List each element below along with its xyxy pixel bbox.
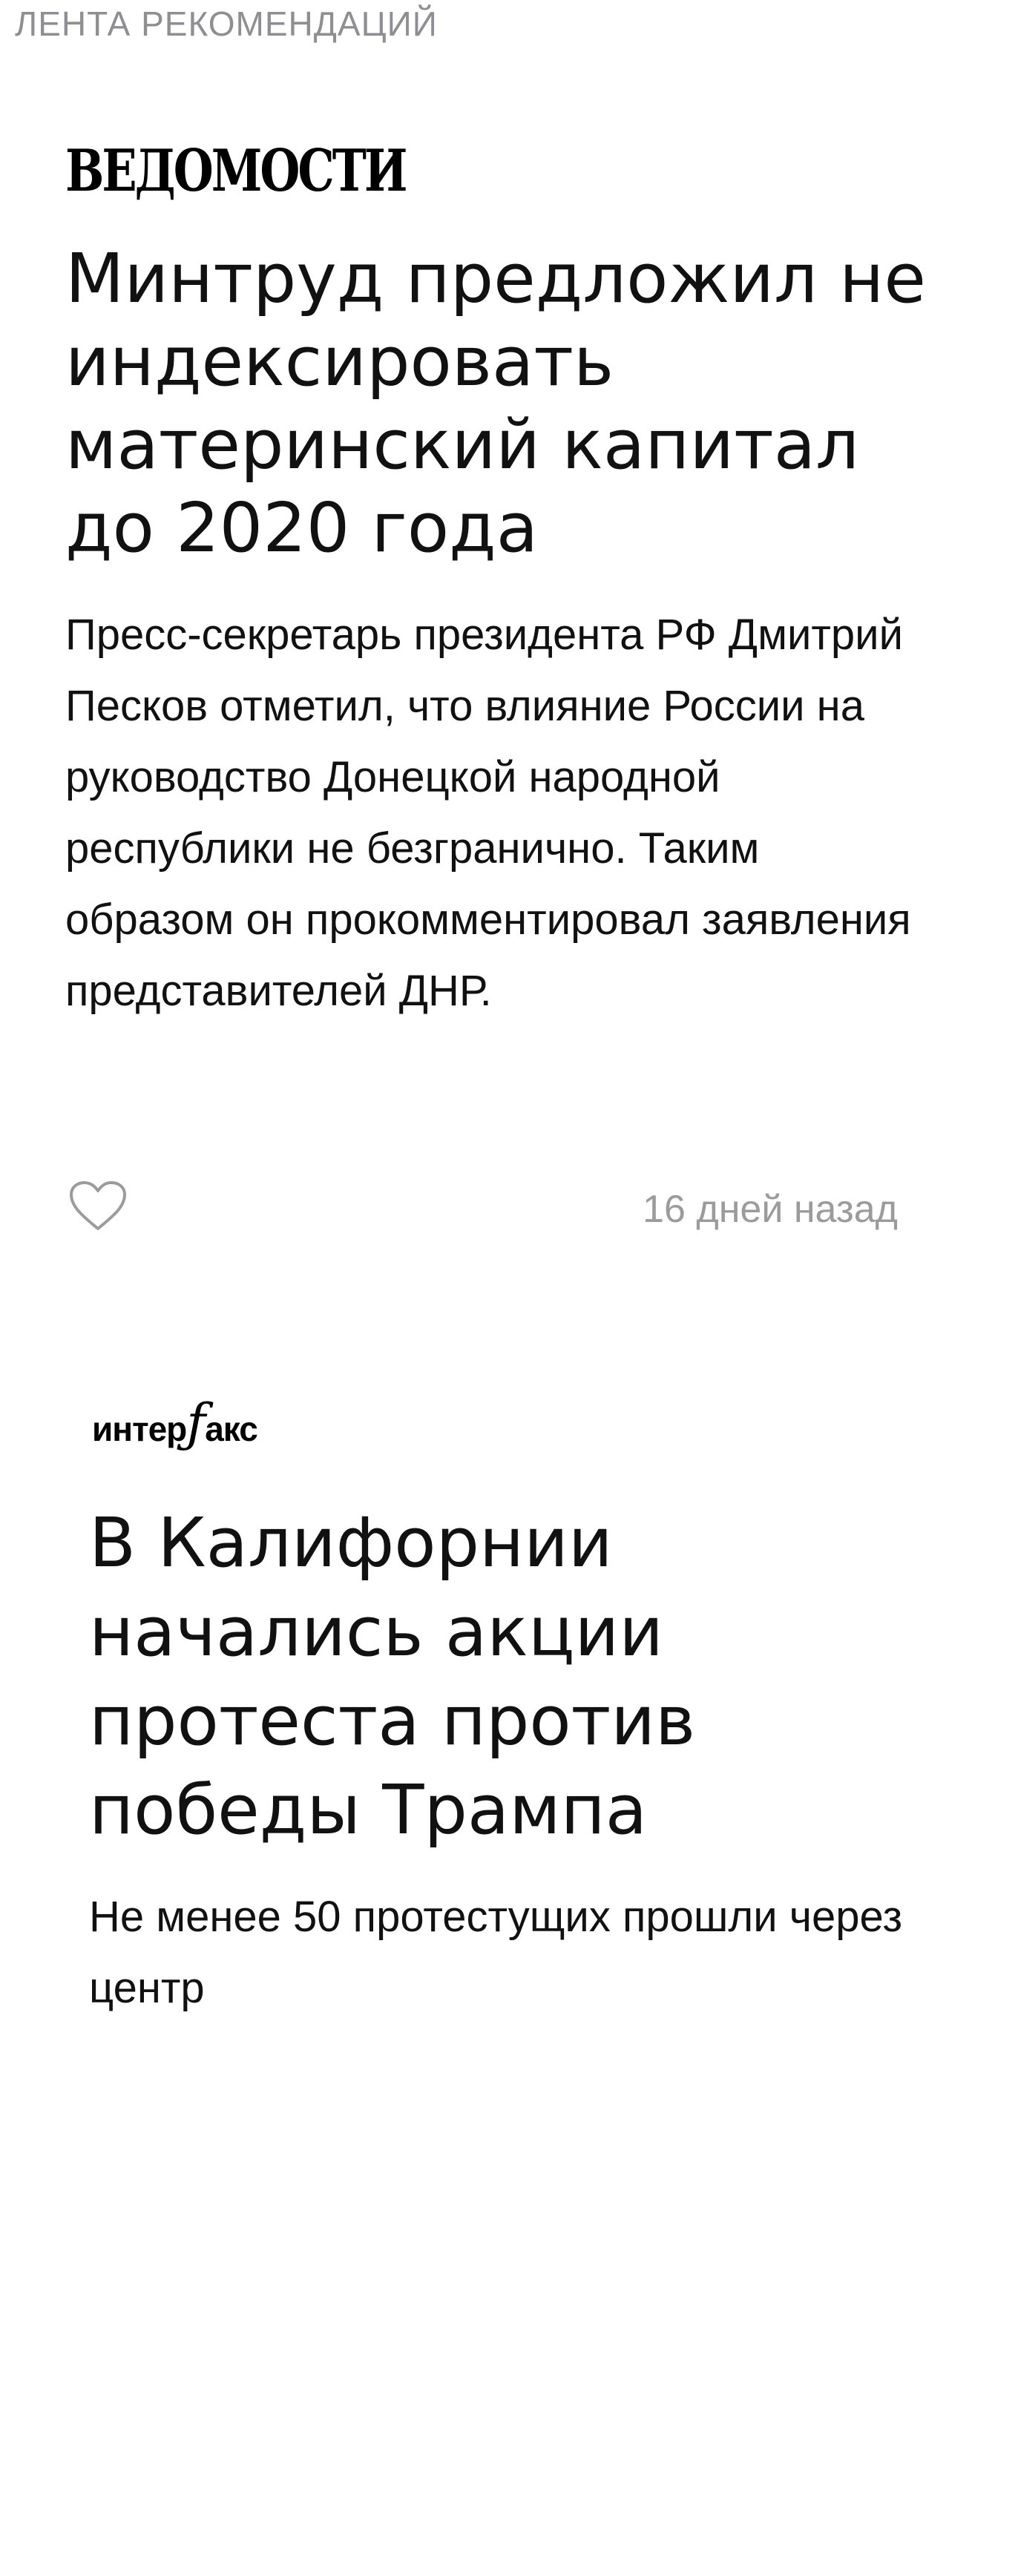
source-logo-interfax: интерƒакс bbox=[92, 1397, 258, 1450]
article-lead: Пресс-секретарь президента РФ Дмитрий Пе… bbox=[65, 611, 911, 1015]
article-title[interactable]: В Калифорнии начались акции протеста про… bbox=[89, 1499, 935, 1855]
article-lead: Не менее 50 протестущих прошли через цен… bbox=[89, 1893, 903, 2012]
article-title[interactable]: Минтруд предложил не индексировать матер… bbox=[65, 237, 941, 570]
article-timestamp: 16 дней назад bbox=[643, 1188, 898, 1231]
source-logo-vedomosti: ВЕДОМОСТИ bbox=[65, 137, 407, 205]
logo-text-part2: акс bbox=[205, 1410, 258, 1448]
like-button[interactable] bbox=[68, 1180, 128, 1233]
heart-outline-icon bbox=[70, 1181, 126, 1230]
logo-script-f: ƒ bbox=[186, 1393, 206, 1453]
logo-text-part1: интер bbox=[92, 1410, 187, 1448]
